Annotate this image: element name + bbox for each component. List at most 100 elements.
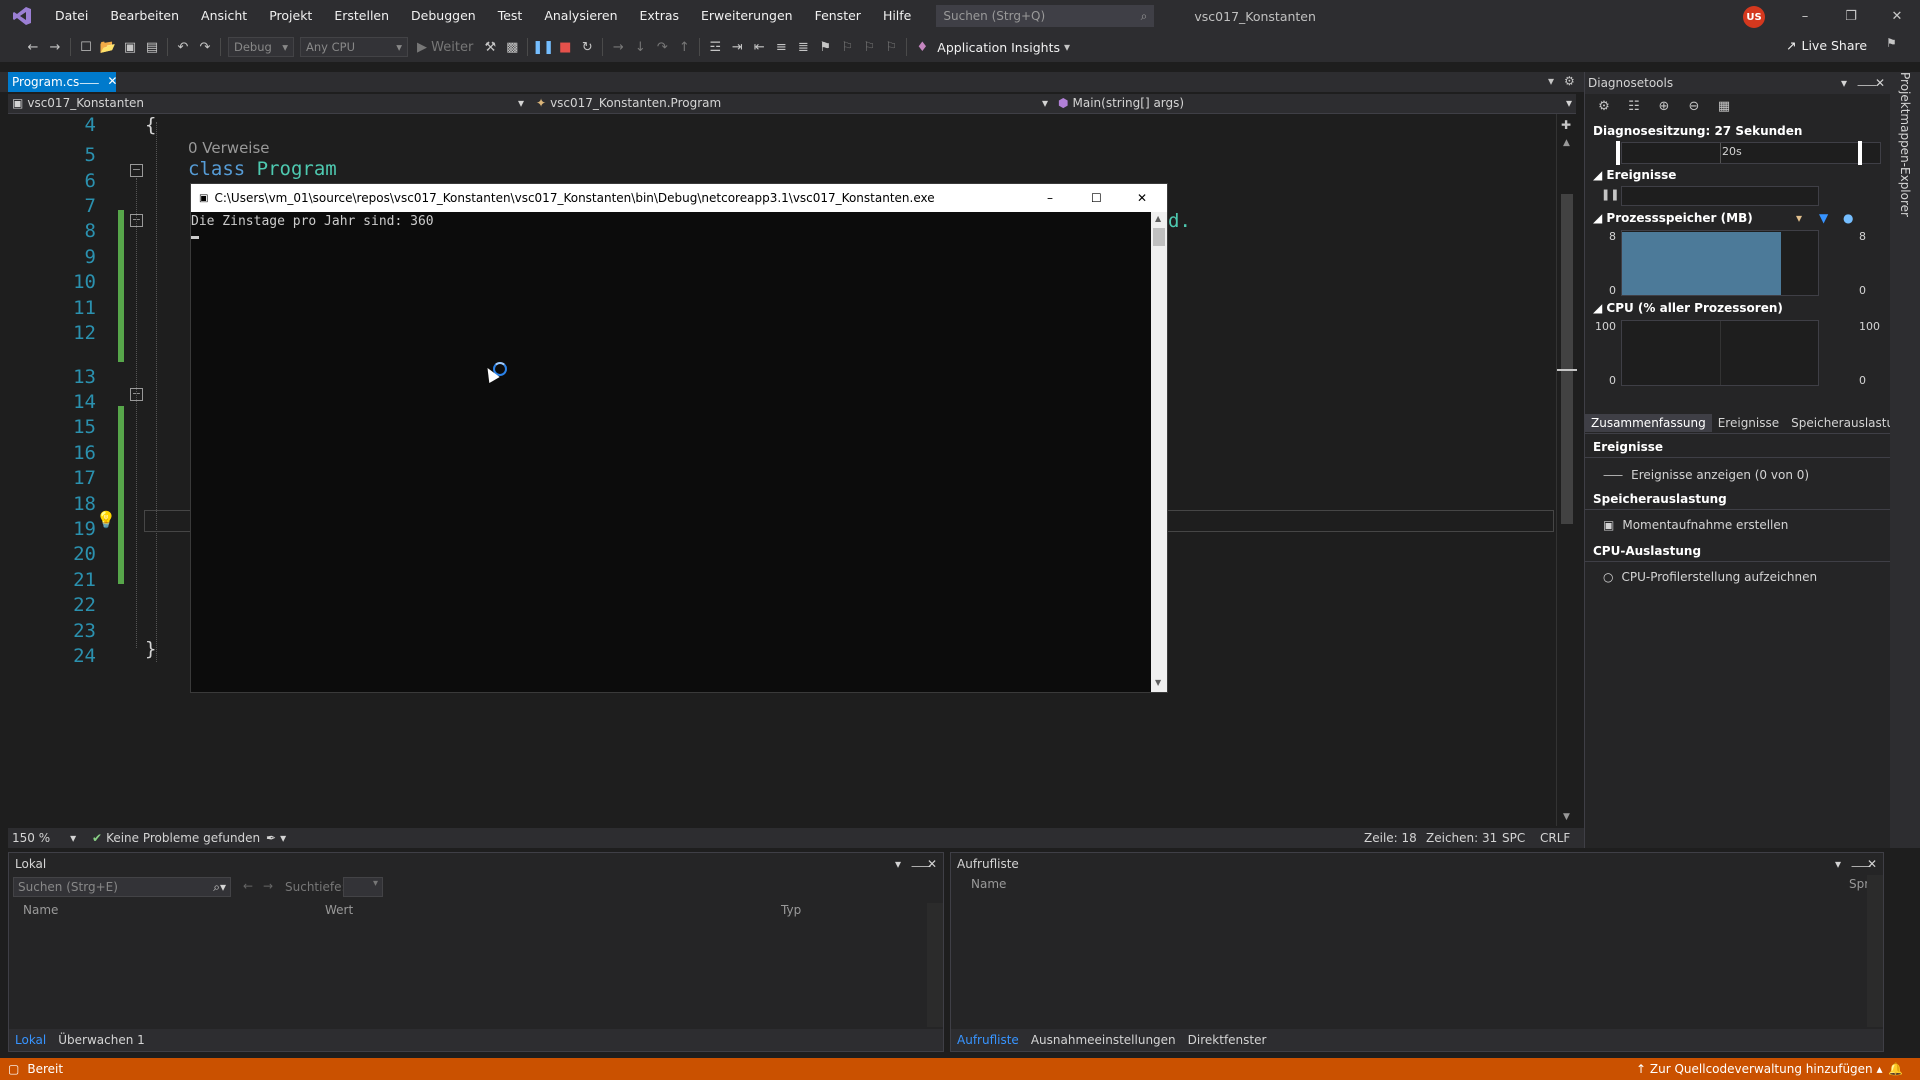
tab-immediate-window[interactable]: Direktfenster: [1182, 1033, 1273, 1047]
lightbulb-icon[interactable]: 💡: [96, 510, 116, 529]
problems-indicator[interactable]: ✔ Keine Probleme gefunden: [92, 831, 260, 845]
source-control-button[interactable]: ↑ Zur Quellcodeverwaltung hinzufügen ▴: [1636, 1062, 1883, 1076]
screenshot-icon[interactable]: ▩: [501, 36, 523, 58]
clear-bookmarks-icon[interactable]: ⚐: [880, 36, 902, 58]
tab-exception-settings[interactable]: Ausnahmeeinstellungen: [1025, 1033, 1182, 1047]
chevron-down-icon[interactable]: ▾: [1064, 40, 1070, 54]
scrollbar-thumb[interactable]: [1561, 194, 1573, 524]
tab-memory-usage[interactable]: Speicherauslastur: [1785, 414, 1905, 432]
close-icon[interactable]: ✕: [1875, 76, 1885, 90]
step-out-icon[interactable]: ↑: [673, 36, 695, 58]
open-folder-icon[interactable]: 📂: [97, 36, 119, 58]
step-over-icon[interactable]: ↷: [651, 36, 673, 58]
comment-icon[interactable]: ≡: [770, 36, 792, 58]
split-icon[interactable]: ✚: [1561, 118, 1571, 132]
menu-item-hilfe[interactable]: Hilfe: [872, 0, 922, 32]
events-graph-header[interactable]: ◢ Ereignisse: [1593, 168, 1676, 182]
zoom-in-icon[interactable]: ⊕: [1653, 96, 1675, 116]
back-icon[interactable]: ←: [22, 36, 44, 58]
close-window-icon[interactable]: ✕: [1874, 0, 1920, 32]
console-minimize-icon[interactable]: –: [1047, 191, 1053, 205]
next-bookmark-icon[interactable]: ⚐: [858, 36, 880, 58]
menu-item-erstellen[interactable]: Erstellen: [323, 0, 400, 32]
scroll-down-icon[interactable]: ▼: [1563, 812, 1570, 822]
scroll-down-icon[interactable]: ▼: [1155, 678, 1161, 687]
line-indicator[interactable]: Zeile: 18: [1364, 831, 1417, 845]
restore-icon[interactable]: ❐: [1828, 0, 1874, 32]
console-scrollbar[interactable]: ▲ ▼: [1151, 212, 1167, 692]
close-icon[interactable]: ✕: [927, 857, 937, 871]
editor-scrollbar[interactable]: ✚ ▲ ▼: [1556, 114, 1577, 826]
menu-item-test[interactable]: Test: [487, 0, 534, 32]
platform-select[interactable]: Any CPU ▾: [300, 37, 408, 57]
reset-view-icon[interactable]: ▦: [1713, 96, 1735, 116]
collapse-icon[interactable]: −: [130, 164, 143, 177]
new-project-icon[interactable]: ☐: [75, 36, 97, 58]
scroll-up-icon[interactable]: ▲: [1155, 214, 1161, 223]
chevron-down-icon[interactable]: ▾: [895, 857, 901, 871]
prev-bookmark-icon[interactable]: ⚐: [836, 36, 858, 58]
gear-icon[interactable]: ⚙: [1593, 96, 1615, 116]
locals-search-box[interactable]: Suchen (Strg+E) ⌕▾: [13, 877, 231, 897]
project-dropdown[interactable]: ▣ vsc017_Konstanten: [12, 96, 144, 110]
locals-search-input[interactable]: Suchen (Strg+E): [18, 880, 118, 894]
console-window[interactable]: ▣ C:\Users\vm_01\source\repos\vsc017_Kon…: [190, 183, 1168, 693]
console-title-bar[interactable]: ▣ C:\Users\vm_01\source\repos\vsc017_Kon…: [191, 184, 1167, 212]
show-events-link[interactable]: ⸺ Ereignisse anzeigen (0 von 0): [1603, 466, 1809, 483]
record-cpu-profile-link[interactable]: ○ CPU-Profilerstellung aufzeichnen: [1603, 570, 1817, 584]
search-forward-icon[interactable]: →: [263, 879, 273, 893]
console-close-icon[interactable]: ✕: [1137, 191, 1147, 205]
pin-icon[interactable]: ⸺: [79, 74, 99, 91]
chevron-down-icon[interactable]: ▾: [1835, 857, 1841, 871]
zoom-select[interactable]: 150 % ▾: [12, 831, 76, 845]
indent-icon[interactable]: ⇥: [726, 36, 748, 58]
zoom-out-icon[interactable]: ⊖: [1683, 96, 1705, 116]
timeline-end-handle[interactable]: [1858, 141, 1862, 165]
tab-watch-1[interactable]: Überwachen 1: [52, 1033, 151, 1047]
menu-item-bearbeiten[interactable]: Bearbeiten: [99, 0, 190, 32]
uncomment-icon[interactable]: ≣: [792, 36, 814, 58]
member-dropdown[interactable]: ⬢ Main(string[] args): [1058, 96, 1184, 110]
tab-locals[interactable]: Lokal: [9, 1033, 52, 1047]
tab-events[interactable]: Ereignisse: [1712, 414, 1785, 432]
take-snapshot-link[interactable]: ▣ Momentaufnahme erstellen: [1603, 518, 1788, 532]
search-box[interactable]: Suchen (Strg+Q) ⌕: [936, 5, 1155, 27]
close-icon[interactable]: ✕: [107, 74, 117, 91]
search-icon[interactable]: ⌕▾: [213, 880, 226, 895]
close-icon[interactable]: ✕: [1867, 857, 1877, 871]
menu-item-fenster[interactable]: Fenster: [804, 0, 872, 32]
chevron-down-icon[interactable]: ▾: [1566, 96, 1572, 110]
chevron-down-icon[interactable]: ▾: [518, 96, 524, 110]
call-stack-scrollbar[interactable]: [1867, 875, 1883, 1027]
show-next-statement-icon[interactable]: →: [607, 36, 629, 58]
feedback-icon[interactable]: ⚑: [1886, 36, 1897, 50]
class-dropdown[interactable]: ✦ vsc017_Konstanten.Program: [536, 96, 721, 110]
attach-icon[interactable]: ⚒: [479, 36, 501, 58]
column-name[interactable]: Name: [23, 903, 58, 917]
timeline-ruler[interactable]: 20s: [1616, 141, 1881, 165]
codelens-references[interactable]: 0 Verweise: [188, 139, 270, 157]
outdent-icon[interactable]: ⇤: [748, 36, 770, 58]
chevron-down-icon[interactable]: ▾: [1042, 96, 1048, 110]
console-maximize-icon[interactable]: ☐: [1091, 191, 1102, 205]
redo-icon[interactable]: ↷: [194, 36, 216, 58]
timeline-start-handle[interactable]: [1616, 141, 1620, 165]
minimize-icon[interactable]: –: [1782, 0, 1828, 32]
column-name[interactable]: Name: [971, 877, 1006, 891]
column-type[interactable]: Typ: [781, 903, 801, 917]
cpu-graph-header[interactable]: ◢ CPU (% aller Prozessoren): [1593, 301, 1783, 315]
save-all-icon[interactable]: ▤: [141, 36, 163, 58]
search-input[interactable]: Suchen (Strg+Q): [943, 9, 1045, 23]
restart-icon[interactable]: ↻: [576, 36, 598, 58]
column-value[interactable]: Wert: [325, 903, 353, 917]
menu-item-analysieren[interactable]: Analysieren: [533, 0, 628, 32]
solution-explorer-tab[interactable]: Projektmappen-Explorer: [1898, 72, 1912, 217]
save-icon[interactable]: ▣: [119, 36, 141, 58]
scrollbar-thumb[interactable]: [1153, 228, 1165, 246]
tab-program-cs[interactable]: Program.cs ⸺ ✕: [8, 72, 117, 92]
locals-scrollbar[interactable]: [927, 903, 943, 1027]
tab-summary[interactable]: Zusammenfassung: [1585, 413, 1712, 432]
hot-reload-icon[interactable]: ☲: [704, 36, 726, 58]
live-share-button[interactable]: ↗ Live Share: [1786, 38, 1867, 53]
menu-item-ansicht[interactable]: Ansicht: [190, 0, 258, 32]
